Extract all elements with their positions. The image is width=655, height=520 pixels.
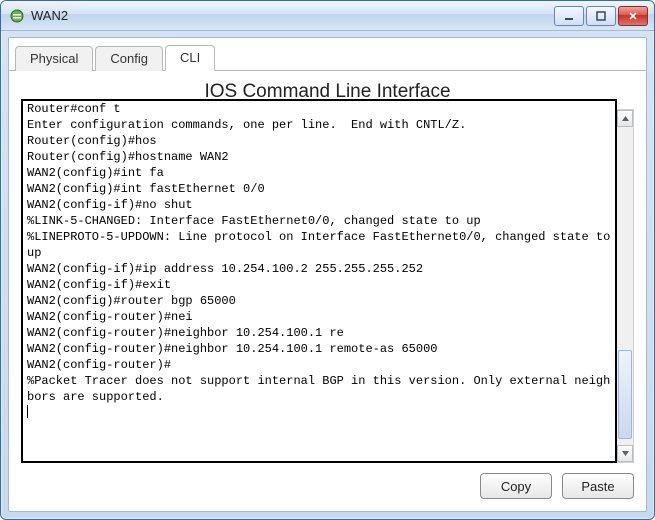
terminal-line: Enter configuration commands, one per li… <box>27 117 611 133</box>
tab-label: CLI <box>180 50 200 65</box>
terminal-line: WAN2(config-router)#neighbor 10.254.100.… <box>27 325 611 341</box>
vertical-scrollbar[interactable] <box>617 109 634 463</box>
tab-config[interactable]: Config <box>95 46 163 71</box>
scroll-track[interactable] <box>617 127 633 445</box>
scroll-up-button[interactable] <box>617 110 633 127</box>
scroll-down-button[interactable] <box>617 445 633 462</box>
terminal-line: %LINK-5-CHANGED: Interface FastEthernet0… <box>27 213 611 229</box>
button-row: Copy Paste <box>21 473 634 499</box>
terminal[interactable]: Router#conf tEnter configuration command… <box>21 99 617 463</box>
close-icon <box>628 11 638 21</box>
terminal-line: WAN2(config-if)#ip address 10.254.100.2 … <box>27 261 611 277</box>
terminal-line: WAN2(config)#int fa <box>27 165 611 181</box>
client-area: Physical Config CLI IOS Command Line Int… <box>8 37 647 512</box>
terminal-line: WAN2(config-if)#exit <box>27 277 611 293</box>
window-title: WAN2 <box>31 8 554 23</box>
button-label: Paste <box>581 479 614 494</box>
app-icon <box>9 8 25 24</box>
close-button[interactable] <box>618 6 648 26</box>
terminal-container: Router#conf tEnter configuration command… <box>21 109 634 463</box>
terminal-line: WAN2(config-router)# <box>27 357 611 373</box>
terminal-line: %Packet Tracer does not support internal… <box>27 373 611 405</box>
maximize-icon <box>596 11 606 21</box>
minimize-icon <box>564 11 574 21</box>
terminal-line: Router#conf t <box>27 101 611 117</box>
button-label: Copy <box>501 479 531 494</box>
chevron-up-icon <box>622 116 629 121</box>
paste-button[interactable]: Paste <box>562 473 634 499</box>
maximize-button[interactable] <box>586 6 616 26</box>
tabstrip: Physical Config CLI <box>9 38 646 71</box>
copy-button[interactable]: Copy <box>480 473 552 499</box>
window-controls <box>554 6 648 26</box>
terminal-line: WAN2(config)#router bgp 65000 <box>27 293 611 309</box>
cli-panel: IOS Command Line Interface Router#conf t… <box>9 71 646 511</box>
tab-label: Config <box>110 51 148 66</box>
terminal-line: WAN2(config-router)#neighbor 10.254.100.… <box>27 341 611 357</box>
terminal-line: %LINEPROTO-5-UPDOWN: Line protocol on In… <box>27 229 611 261</box>
chevron-down-icon <box>622 451 629 456</box>
minimize-button[interactable] <box>554 6 584 26</box>
terminal-line: WAN2(config)#int fastEthernet 0/0 <box>27 181 611 197</box>
terminal-line: Router(config)#hostname WAN2 <box>27 149 611 165</box>
terminal-line: Router(config)#hos <box>27 133 611 149</box>
titlebar[interactable]: WAN2 <box>1 1 654 31</box>
scroll-thumb[interactable] <box>618 350 632 439</box>
tab-physical[interactable]: Physical <box>15 46 93 71</box>
terminal-line: WAN2(config-router)#nei <box>27 309 611 325</box>
tab-cli[interactable]: CLI <box>165 45 215 71</box>
terminal-line <box>27 405 611 421</box>
terminal-line: WAN2(config-if)#no shut <box>27 197 611 213</box>
tab-label: Physical <box>30 51 78 66</box>
app-window: WAN2 Physical Config <box>0 0 655 520</box>
